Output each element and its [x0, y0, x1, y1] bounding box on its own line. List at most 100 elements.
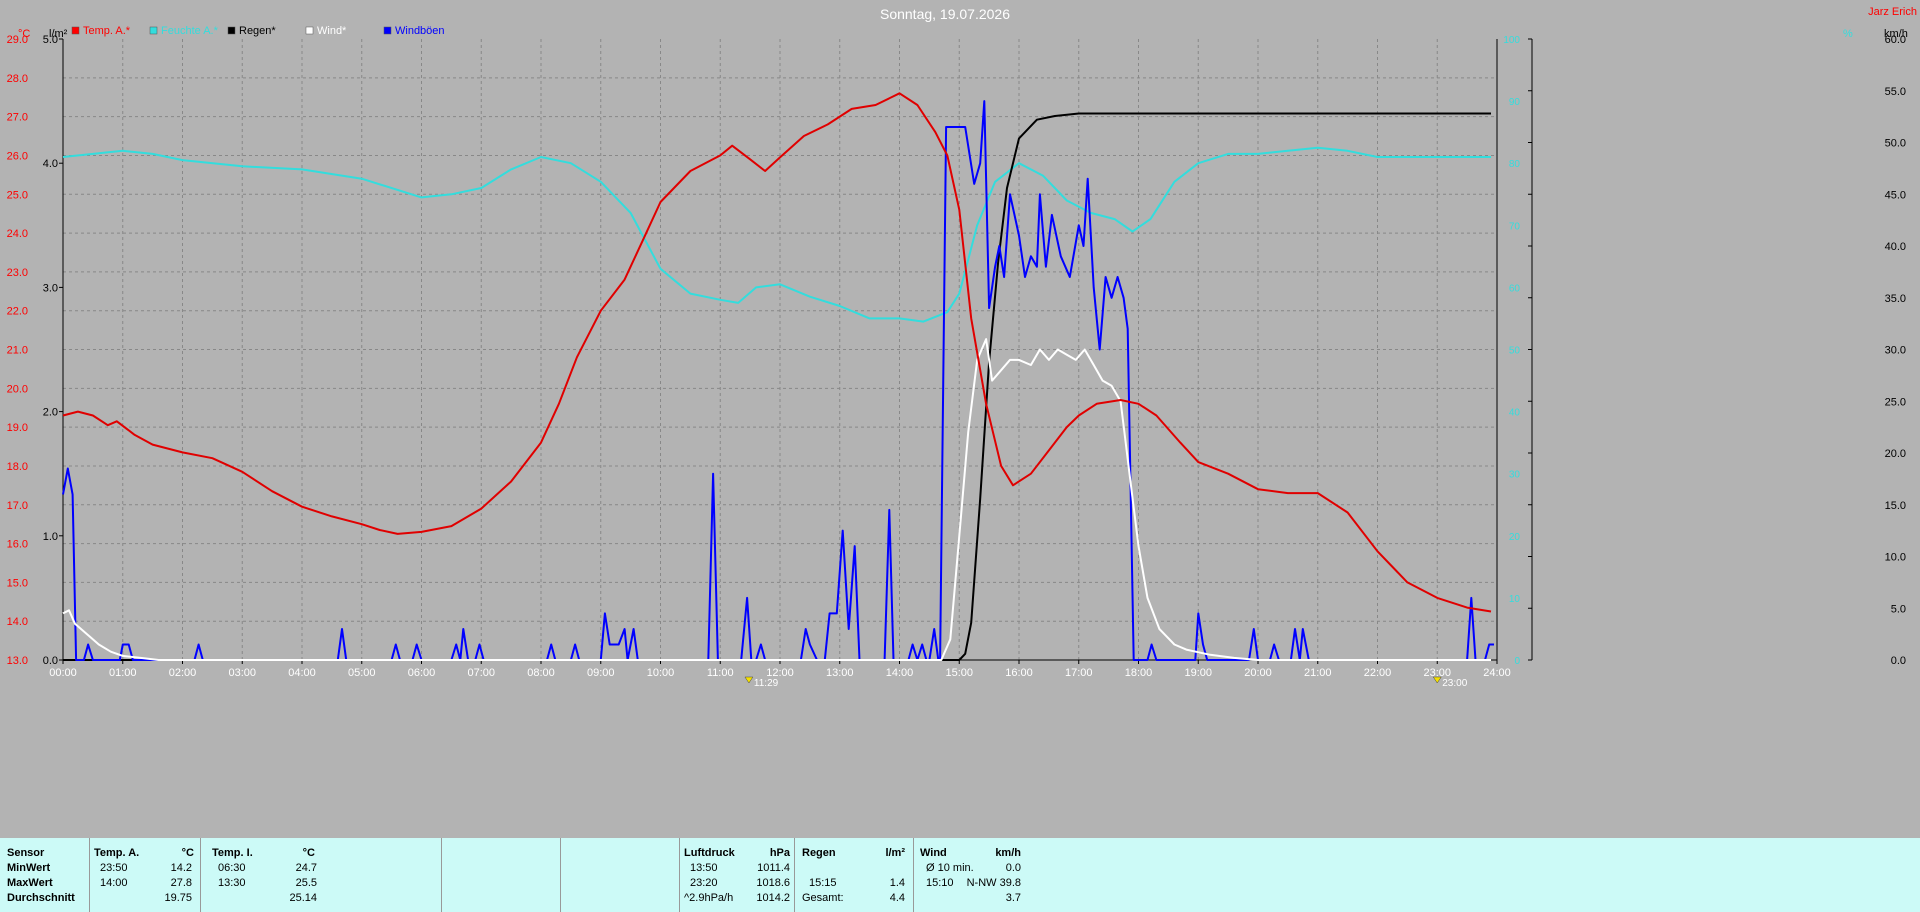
stats-pressure-header: Luftdruck	[684, 847, 735, 859]
humidity-tick-label: 20	[1509, 532, 1521, 543]
x-tick-label: 11:00	[707, 667, 734, 679]
stats-col-rain: Regen l/m² 15:15 1.4 Gesamt: 4.4	[795, 838, 914, 912]
wind-tick-label: 25.0	[1885, 396, 1906, 408]
x-tick-label: 24:00	[1483, 667, 1511, 679]
stats-col-temp-i: Temp. I. °C 06:30 24.7 13:30 25.5 25.14	[201, 838, 442, 912]
x-tick-label: 08:00	[527, 667, 555, 679]
event-marker-icon	[744, 676, 754, 684]
wind-tick-label: 10.0	[1885, 552, 1906, 564]
temp-tick-label: 25.0	[7, 189, 28, 201]
humidity-tick-label: 80	[1509, 159, 1521, 170]
stats-temp-a-max: 27.8	[170, 877, 192, 889]
legend-label: Feuchte A.*	[161, 25, 219, 37]
temp-tick-label: 18.0	[7, 461, 28, 473]
series-line-feuchtea	[62, 146, 1491, 323]
rain-tick-label: 1.0	[43, 531, 58, 543]
stats-pressure-min-time: 13:50	[690, 862, 718, 874]
temp-tick-label: 20.0	[7, 383, 28, 395]
chart-title: Sonntag, 19.07.2026	[880, 6, 1010, 22]
stats-temp-i-max-time: 13:30	[218, 877, 246, 889]
x-tick-label: 21:00	[1304, 667, 1332, 679]
stats-row-max: MaxWert	[7, 877, 53, 889]
owner-label: Jarz Erich	[1868, 6, 1917, 18]
x-tick-label: 00:00	[49, 667, 77, 679]
temp-tick-label: 23.0	[7, 267, 28, 279]
event-marker-label: 23:00	[1442, 678, 1467, 689]
humidity-tick-label: 10	[1509, 594, 1521, 605]
stats-wind-avg: 3.7	[1005, 892, 1021, 904]
stats-rain-total: 4.4	[889, 892, 905, 904]
stats-rain-max-time: 15:15	[809, 877, 837, 889]
x-tick-label: 06:00	[408, 667, 436, 679]
stats-wind-avg10-label: Ø 10 min.	[926, 862, 974, 874]
legend-label: Regen*	[239, 25, 276, 37]
rain-unit-label: l/m²	[49, 28, 68, 40]
x-tick-label: 01:00	[109, 667, 137, 679]
wind-tick-label: 30.0	[1885, 345, 1906, 357]
stats-col-temp-a: Temp. A. °C 23:50 14.2 14:00 27.8 19.75	[90, 838, 201, 912]
stats-temp-a-avg: 19.75	[164, 892, 192, 904]
wind-tick-label: 15.0	[1885, 500, 1906, 512]
stats-pressure-unit: hPa	[769, 847, 790, 859]
stats-temp-i-min: 24.7	[295, 862, 317, 874]
chart-legend: Temp. A.* Feuchte A.* Regen* Wind* Windböen	[71, 25, 445, 37]
chart-series	[62, 92, 1494, 661]
event-marker-icon	[1432, 676, 1442, 684]
x-tick-label: 07:00	[467, 667, 495, 679]
x-tick-label: 13:00	[826, 667, 854, 679]
rain-tick-label: 4.0	[43, 158, 58, 170]
wind-tick-label: 40.0	[1885, 241, 1906, 253]
stats-col-wind: Wind km/h Ø 10 min. 0.0 15:10 N-NW 39.8 …	[914, 838, 1029, 912]
stats-temp-a-max-time: 14:00	[100, 877, 128, 889]
stats-header-sensor: Sensor	[7, 847, 45, 859]
humidity-tick-label: 70	[1509, 221, 1521, 232]
wind-unit-label: km/h	[1884, 28, 1908, 40]
wind-tick-label: 45.0	[1885, 189, 1906, 201]
stats-rain-total-label: Gesamt:	[802, 892, 844, 904]
humidity-tick-label: 30	[1509, 470, 1521, 481]
x-tick-label: 17:00	[1065, 667, 1093, 679]
stats-wind-max: N-NW 39.8	[966, 877, 1021, 889]
chart-labels: 00:00 01:00 02:00 03:00 04:00 05:00 06:00 07:00…	[7, 34, 1906, 689]
stats-temp-i-max: 25.5	[295, 877, 317, 889]
temp-tick-label: 28.0	[7, 73, 28, 85]
humidity-tick-label: 40	[1509, 408, 1521, 419]
temp-tick-label: 17.0	[7, 500, 28, 512]
legend-label: Wind*	[317, 25, 347, 37]
temp-unit-label: °C	[18, 28, 30, 40]
stats-wind-avg10: 0.0	[1005, 862, 1021, 874]
weather-chart: 00:00 01:00 02:00 03:00 04:00 05:00 06:00 07:00…	[7, 6, 1917, 689]
x-tick-label: 05:00	[348, 667, 376, 679]
stats-row-avg: Durchschnitt	[7, 892, 75, 904]
stats-pressure-max-time: 23:20	[690, 877, 718, 889]
wind-tick-label: 20.0	[1885, 448, 1906, 460]
stats-temp-a-unit: °C	[181, 847, 194, 859]
wind-tick-label: 35.0	[1885, 293, 1906, 305]
legend-swatch	[383, 26, 392, 35]
stats-rain-header: Regen	[802, 847, 836, 859]
chart-axes	[59, 38, 1533, 664]
stats-rain-max: 1.4	[889, 877, 905, 889]
x-tick-label: 10:00	[647, 667, 675, 679]
stats-pressure-avg: 1014.2	[756, 892, 790, 904]
series-line-tempa	[62, 92, 1492, 613]
stats-temp-i-unit: °C	[302, 847, 315, 859]
series-line-wind	[62, 338, 1491, 661]
temp-tick-label: 16.0	[7, 539, 28, 551]
humidity-tick-label: 60	[1509, 283, 1521, 294]
x-tick-label: 14:00	[886, 667, 914, 679]
stats-pressure-min: 1011.4	[757, 862, 790, 874]
stats-temp-i-min-time: 06:30	[218, 862, 246, 874]
temp-tick-label: 15.0	[7, 577, 28, 589]
stats-pressure-trend: ^2.9hPa/h	[684, 892, 734, 904]
temp-tick-label: 21.0	[7, 345, 28, 357]
chart-grid	[63, 39, 1497, 660]
humidity-tick-label: 100	[1503, 35, 1520, 46]
x-tick-label: 15:00	[945, 667, 973, 679]
x-tick-label: 19:00	[1184, 667, 1212, 679]
temp-tick-label: 19.0	[7, 422, 28, 434]
stats-pressure-max: 1018.6	[756, 877, 790, 889]
rain-tick-label: 2.0	[43, 407, 58, 419]
stats-temp-a-header: Temp. A.	[94, 847, 140, 859]
x-tick-label: 02:00	[169, 667, 197, 679]
